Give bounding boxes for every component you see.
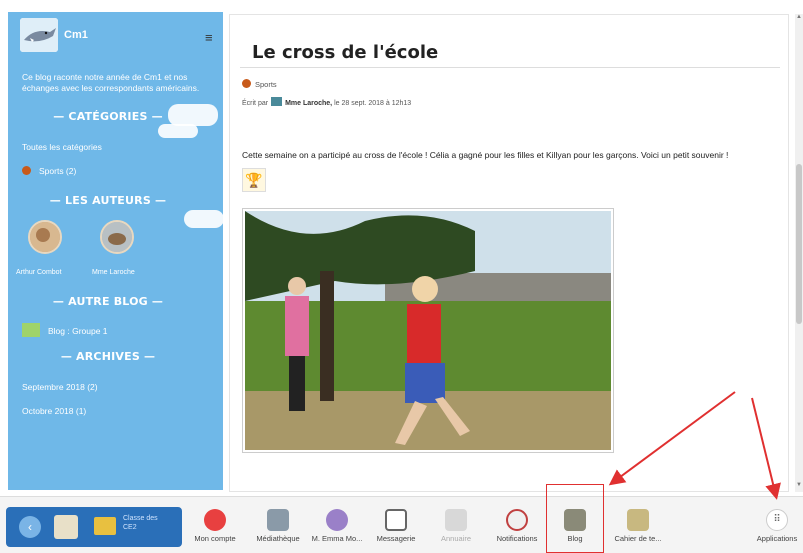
- article-category-label: Sports: [255, 80, 277, 89]
- all-categories-link[interactable]: Toutes les catégories: [22, 142, 102, 152]
- sports-icon: [22, 166, 31, 175]
- classe-switcher[interactable]: ‹ Classe des CE2: [6, 507, 182, 547]
- article-body: Cette semaine on a participé au cross de…: [242, 150, 729, 160]
- nav-label: Annuaire: [440, 534, 472, 543]
- blog-title[interactable]: Cm1: [64, 29, 88, 41]
- scroll-up-icon[interactable]: ▲: [795, 14, 803, 20]
- nav-applications[interactable]: ⠿ Applications: [752, 509, 802, 543]
- article-photo[interactable]: [242, 208, 614, 453]
- menu-icon[interactable]: ≡: [205, 30, 213, 45]
- nav-cahier[interactable]: Cahier de te...: [608, 509, 668, 543]
- author-name[interactable]: Arthur Combot: [16, 269, 62, 276]
- author-mini-icon: [271, 97, 283, 106]
- article-category[interactable]: Sports: [242, 79, 277, 89]
- group-icon: [22, 323, 40, 337]
- blog-logo[interactable]: [20, 18, 58, 52]
- nav-notifications[interactable]: Notifications: [490, 509, 544, 543]
- nav-mediatheque[interactable]: Médiathèque: [250, 509, 306, 543]
- back-icon[interactable]: ‹: [19, 516, 41, 538]
- divider: [240, 67, 780, 68]
- other-blog-heading: — AUTRE BLOG —: [52, 295, 164, 308]
- byline-prefix: Écrit par: [242, 100, 269, 107]
- media-icon: [267, 509, 289, 531]
- categories-heading: — CATÉGORIES —: [53, 110, 163, 123]
- article-byline: Écrit par Mme Laroche, le 28 sept. 2018 à…: [242, 97, 411, 107]
- nav-label: Médiathèque: [256, 534, 300, 543]
- blog-description: Ce blog raconte notre année de Cm1 et no…: [22, 72, 200, 93]
- author-avatar-laroche[interactable]: [100, 220, 134, 254]
- nav-label: Applications: [756, 534, 798, 543]
- classe-board-icon[interactable]: [94, 517, 116, 535]
- category-sports-label: Sports (2): [39, 166, 77, 176]
- other-blog-link[interactable]: Blog : Groupe 1: [22, 323, 108, 337]
- cloud-decoration: [158, 124, 198, 138]
- cloud-decoration: [184, 210, 223, 228]
- nav-label: Mon compte: [194, 534, 236, 543]
- archive-link[interactable]: Septembre 2018 (2): [22, 382, 98, 392]
- category-sports-link[interactable]: Sports (2): [22, 166, 76, 176]
- classe-label[interactable]: Classe des CE2: [123, 514, 171, 532]
- nav-label: Messagerie: [376, 534, 416, 543]
- other-blog-label: Blog : Groupe 1: [48, 326, 108, 336]
- nav-annuaire[interactable]: Annuaire: [432, 509, 480, 543]
- sidebar-header: Cm1 ≡: [8, 12, 223, 58]
- blog-highlight-box: [546, 484, 604, 553]
- account-icon: [204, 509, 226, 531]
- nav-messagerie[interactable]: Messagerie: [370, 509, 422, 543]
- article-panel: Le cross de l'école Sports Écrit par Mme …: [229, 14, 789, 492]
- bell-icon: [506, 509, 528, 531]
- nav-mon-compte[interactable]: Mon compte: [190, 509, 240, 543]
- vertical-scrollbar[interactable]: ▲ ▼: [795, 14, 803, 492]
- trophy-icon: 🏆: [242, 168, 266, 192]
- blog-sidebar: Cm1 ≡ Ce blog raconte notre année de Cm1…: [8, 12, 223, 490]
- classe-tools-icon[interactable]: [54, 515, 78, 539]
- mail-icon: [385, 509, 407, 531]
- sports-icon: [242, 79, 251, 88]
- byline-author[interactable]: Mme Laroche,: [285, 100, 332, 107]
- nav-label: M. Emma Mo...: [311, 534, 363, 543]
- directory-icon: [445, 509, 467, 531]
- author-name[interactable]: Mme Laroche: [92, 269, 135, 276]
- archives-heading: — ARCHIVES —: [60, 350, 156, 363]
- nav-label: Notifications: [496, 534, 538, 543]
- byline-date: le 28 sept. 2018 à 12h13: [334, 100, 412, 107]
- notebook-icon: [627, 509, 649, 531]
- scrollbar-thumb[interactable]: [796, 164, 802, 324]
- nav-label: Cahier de te...: [614, 534, 662, 543]
- bottom-navigation-bar: ‹ Classe des CE2 Mon compte Médiathèque …: [0, 496, 803, 553]
- author-avatar-arthur[interactable]: [28, 220, 62, 254]
- scroll-down-icon[interactable]: ▼: [795, 482, 803, 488]
- archive-link[interactable]: Octobre 2018 (1): [22, 406, 86, 416]
- authors-heading: — LES AUTEURS —: [49, 194, 167, 207]
- article-title: Le cross de l'école: [252, 42, 439, 63]
- apps-grid-icon: ⠿: [766, 509, 788, 531]
- user-icon: [326, 509, 348, 531]
- nav-user[interactable]: M. Emma Mo...: [308, 509, 366, 543]
